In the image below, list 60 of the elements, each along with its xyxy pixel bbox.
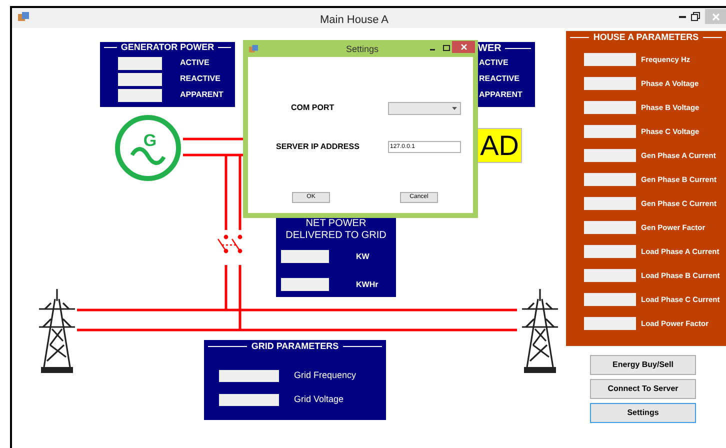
value-field[interactable] <box>118 89 162 102</box>
sine-wave-icon <box>130 146 166 164</box>
app-icon <box>249 44 258 54</box>
com-port-dropdown[interactable] <box>388 102 461 115</box>
minimize-icon[interactable] <box>430 49 435 51</box>
field-label: Grid Frequency <box>294 369 356 382</box>
value-field[interactable] <box>281 278 329 291</box>
field-label: ACTIVE <box>479 57 508 69</box>
value-field[interactable] <box>584 245 636 258</box>
value-field[interactable] <box>584 293 636 306</box>
panel-title: GENERATOR POWER <box>120 41 214 54</box>
value-field[interactable] <box>584 173 636 186</box>
maximize-icon[interactable] <box>443 45 450 51</box>
value-field[interactable] <box>584 125 636 138</box>
field-label: COM PORT <box>291 102 334 114</box>
close-icon <box>712 12 720 20</box>
value-field[interactable] <box>281 250 329 263</box>
close-icon <box>460 44 466 50</box>
panel-title: WER <box>478 42 502 56</box>
value-field[interactable] <box>584 101 636 114</box>
transmission-tower-icon <box>522 289 558 373</box>
window-title: Main House A <box>320 13 388 28</box>
field-label: REACTIVE <box>479 73 520 85</box>
field-label: Grid Voltage <box>294 393 344 406</box>
action-button[interactable]: Connect To Server <box>590 379 696 399</box>
field-label: REACTIVE <box>180 73 220 85</box>
field-label: ACTIVE <box>180 57 210 69</box>
restore-icon[interactable] <box>691 12 700 21</box>
panel-title: GRID PARAMETERS <box>251 340 339 353</box>
value-field[interactable] <box>118 73 162 86</box>
app-icon <box>18 12 29 23</box>
power-line <box>183 138 245 140</box>
panel-title: DELIVERED TO GRID <box>286 230 386 242</box>
value-field[interactable] <box>219 370 279 382</box>
switch-icon <box>218 234 242 254</box>
action-button[interactable]: Energy Buy/Sell <box>590 355 696 375</box>
value-field[interactable] <box>584 269 636 282</box>
load-text: AD <box>480 132 519 160</box>
transmission-tower-icon <box>39 289 75 373</box>
chevron-down-icon <box>452 107 457 110</box>
value-field[interactable] <box>584 77 636 90</box>
action-button[interactable]: Settings <box>590 403 696 423</box>
close-button[interactable] <box>452 41 475 53</box>
value-field[interactable] <box>584 149 636 162</box>
value-field[interactable] <box>118 57 162 70</box>
generator-letter: G <box>143 132 157 148</box>
field-label: KWHr <box>356 279 378 291</box>
minimize-icon[interactable] <box>679 16 686 19</box>
field-label: KW <box>356 251 370 263</box>
panel-title: NET POWER <box>306 218 366 230</box>
field-label: APPARENT <box>180 89 224 101</box>
field-label: APPARENT <box>479 89 522 101</box>
value-field[interactable] <box>584 197 636 210</box>
dialog-title: Settings <box>346 43 379 56</box>
value-field[interactable] <box>584 221 636 234</box>
value-field[interactable] <box>584 317 636 330</box>
value-field[interactable] <box>584 53 636 66</box>
panel-title: HOUSE A PARAMETERS <box>593 31 699 44</box>
field-label: SERVER IP ADDRESS <box>276 141 360 153</box>
value-field[interactable] <box>219 394 279 406</box>
